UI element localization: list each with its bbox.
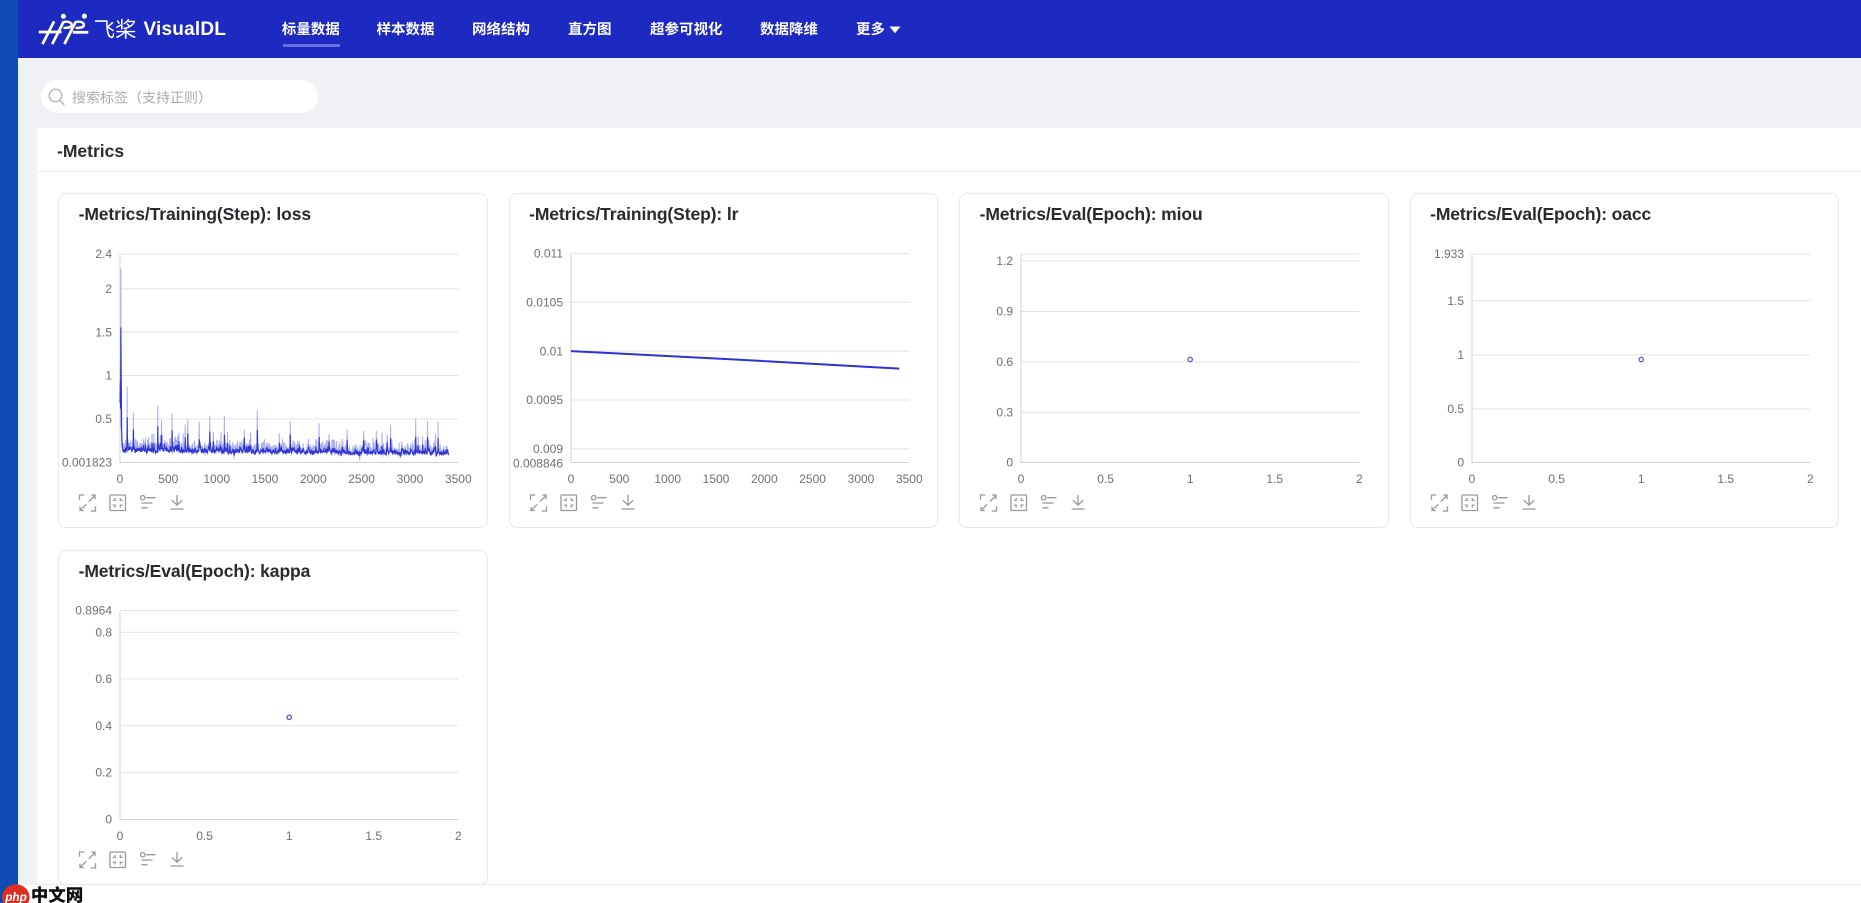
- svg-text:1.5: 1.5: [365, 829, 382, 843]
- svg-text:1.5: 1.5: [1447, 294, 1464, 308]
- svg-text:1000: 1000: [203, 472, 230, 486]
- svg-text:1: 1: [1637, 472, 1644, 486]
- svg-text:0.01: 0.01: [539, 344, 563, 358]
- svg-text:0.5: 0.5: [196, 829, 213, 843]
- svg-text:0.008846: 0.008846: [512, 456, 562, 470]
- svg-text:0: 0: [1018, 472, 1025, 486]
- svg-text:0: 0: [117, 472, 124, 486]
- svg-text:2.4: 2.4: [95, 247, 112, 261]
- svg-text:0.4: 0.4: [95, 718, 112, 732]
- svg-text:0.3: 0.3: [996, 405, 1013, 419]
- svg-text:1.5: 1.5: [95, 325, 112, 339]
- svg-text:3000: 3000: [847, 472, 874, 486]
- svg-text:1.933: 1.933: [1433, 247, 1463, 261]
- svg-text:0: 0: [1457, 455, 1464, 469]
- svg-text:0.5: 0.5: [1447, 402, 1464, 416]
- svg-text:3500: 3500: [895, 472, 922, 486]
- svg-text:1500: 1500: [702, 472, 729, 486]
- svg-text:2500: 2500: [799, 472, 826, 486]
- svg-text:2: 2: [1806, 472, 1813, 486]
- svg-text:0.5: 0.5: [1548, 472, 1565, 486]
- svg-text:0.9: 0.9: [996, 304, 1013, 318]
- svg-text:1000: 1000: [654, 472, 681, 486]
- svg-text:0: 0: [1468, 472, 1475, 486]
- svg-text:1.5: 1.5: [1266, 472, 1283, 486]
- svg-text:2: 2: [1356, 472, 1363, 486]
- svg-text:0.5: 0.5: [95, 412, 112, 426]
- svg-text:0: 0: [105, 812, 112, 826]
- svg-text:1: 1: [1187, 472, 1194, 486]
- svg-text:1.2: 1.2: [996, 254, 1013, 268]
- svg-text:2: 2: [105, 281, 112, 295]
- svg-text:0.8964: 0.8964: [75, 603, 112, 617]
- svg-text:0.0105: 0.0105: [526, 295, 563, 309]
- svg-text:php: php: [4, 890, 27, 903]
- svg-text:0: 0: [1006, 455, 1013, 469]
- svg-text:0.8: 0.8: [95, 625, 112, 639]
- svg-text:500: 500: [158, 472, 178, 486]
- svg-text:1: 1: [286, 829, 293, 843]
- svg-text:1500: 1500: [252, 472, 279, 486]
- svg-text:2: 2: [455, 829, 462, 843]
- svg-text:0.009: 0.009: [532, 442, 562, 456]
- svg-text:3500: 3500: [445, 472, 472, 486]
- svg-text:2000: 2000: [750, 472, 777, 486]
- svg-text:0.011: 0.011: [533, 246, 562, 260]
- svg-text:1: 1: [105, 368, 112, 382]
- svg-text:2000: 2000: [300, 472, 327, 486]
- svg-text:0.5: 0.5: [1097, 472, 1114, 486]
- svg-text:0: 0: [567, 472, 574, 486]
- svg-text:0.001823: 0.001823: [62, 455, 112, 469]
- svg-text:3000: 3000: [397, 472, 424, 486]
- svg-text:500: 500: [609, 472, 629, 486]
- svg-text:0: 0: [117, 829, 124, 843]
- svg-text:1.5: 1.5: [1717, 472, 1734, 486]
- svg-text:2500: 2500: [348, 472, 375, 486]
- svg-text:0.2: 0.2: [95, 765, 112, 779]
- svg-text:0.0095: 0.0095: [526, 393, 563, 407]
- svg-text:0.6: 0.6: [95, 672, 112, 686]
- svg-text:0.6: 0.6: [996, 355, 1013, 369]
- svg-text:1: 1: [1457, 348, 1464, 362]
